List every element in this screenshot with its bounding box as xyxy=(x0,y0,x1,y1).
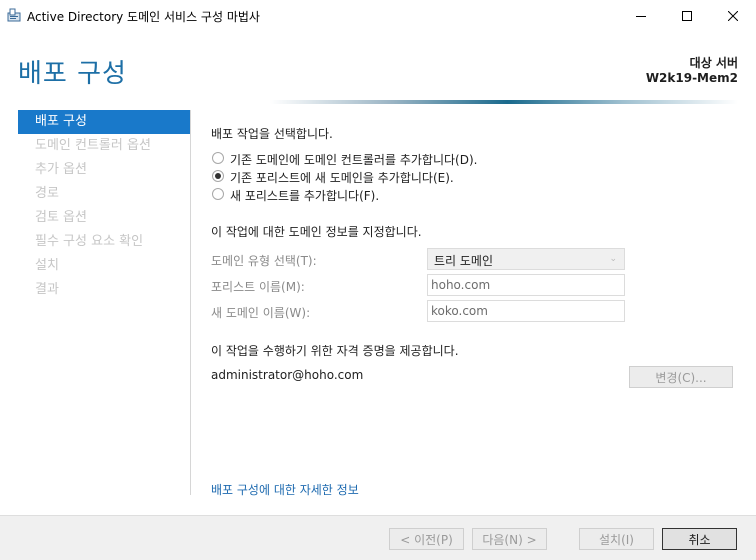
next-button[interactable]: 다음(N) > xyxy=(472,528,547,550)
wizard-steps-nav: 배포 구성 도메인 컨트롤러 옵션 추가 옵션 경로 검토 옵션 필수 구성 요… xyxy=(18,110,190,302)
domain-type-label: 도메인 유형 선택(T): xyxy=(211,254,317,268)
forest-name-label: 포리스트 이름(M): xyxy=(211,280,305,294)
close-button[interactable] xyxy=(710,0,756,31)
minimize-button[interactable] xyxy=(618,0,664,31)
nav-item-dc-options: 도메인 컨트롤러 옵션 xyxy=(35,138,151,153)
nav-item-results: 결과 xyxy=(35,282,59,297)
target-server-label: 대상 서버 xyxy=(689,56,738,70)
install-button[interactable]: 설치(I) xyxy=(579,528,654,550)
nav-item-installation: 설치 xyxy=(35,258,59,273)
domain-type-value: 트리 도메인 xyxy=(434,254,494,268)
minimize-icon xyxy=(636,15,646,17)
radio-circle-selected[interactable] xyxy=(212,170,224,182)
nav-item-additional-options: 추가 옵션 xyxy=(35,162,87,177)
title-bar: Active Directory 도메인 서비스 구성 마법사 xyxy=(0,0,756,31)
wizard-footer: < 이전(P) 다음(N) > 설치(I) 취소 xyxy=(0,515,756,560)
wizard-header: 배포 구성 대상 서버 W2k19-Mem2 xyxy=(0,31,756,111)
sidebar-divider xyxy=(190,110,191,495)
main-content: 배포 작업을 선택합니다. 기존 도메인에 도메인 컨트롤러를 추가합니다(D)… xyxy=(211,110,741,500)
window-title: Active Directory 도메인 서비스 구성 마법사 xyxy=(27,10,260,24)
domain-type-select[interactable]: 트리 도메인 ⌄ xyxy=(427,248,625,270)
forest-name-input[interactable]: hoho.com xyxy=(427,274,625,296)
nav-item-review-options: 검토 옵션 xyxy=(35,210,87,225)
credentials-heading: 이 작업을 수행하기 위한 자격 증명을 제공합니다. xyxy=(211,344,459,358)
nav-item-deployment-config[interactable]: 배포 구성 xyxy=(18,110,190,134)
credentials-user: administrator@hoho.com xyxy=(211,368,364,382)
new-domain-name-input[interactable]: koko.com xyxy=(427,300,625,322)
header-divider xyxy=(18,100,738,104)
domain-info-heading: 이 작업에 대한 도메인 정보를 지정합니다. xyxy=(211,225,422,239)
maximize-button[interactable] xyxy=(664,0,710,31)
select-operation-heading: 배포 작업을 선택합니다. xyxy=(211,127,333,141)
radio-circle[interactable] xyxy=(212,188,224,200)
radio-add-new-forest[interactable]: 새 포리스트를 추가합니다(F). xyxy=(211,186,511,204)
radio-label[interactable]: 새 포리스트를 추가합니다(F). xyxy=(230,187,379,204)
nav-item-prerequisites-check: 필수 구성 요소 확인 xyxy=(35,234,144,249)
maximize-icon xyxy=(682,10,692,21)
change-credentials-button[interactable]: 변경(C)... xyxy=(629,366,733,388)
nav-item-paths: 경로 xyxy=(35,186,59,201)
radio-add-domain-existing-forest[interactable]: 기존 포리스트에 새 도메인을 추가합니다(E). xyxy=(211,168,511,186)
chevron-down-icon: ⌄ xyxy=(609,254,617,264)
more-info-link[interactable]: 배포 구성에 대한 자세한 정보 xyxy=(211,481,359,498)
close-icon xyxy=(728,10,738,21)
cancel-button[interactable]: 취소 xyxy=(662,528,737,550)
radio-label[interactable]: 기존 포리스트에 새 도메인을 추가합니다(E). xyxy=(230,169,454,186)
ad-wizard-icon xyxy=(7,8,21,22)
target-server-name: W2k19-Mem2 xyxy=(645,71,738,85)
previous-button[interactable]: < 이전(P) xyxy=(389,528,464,550)
page-title: 배포 구성 xyxy=(18,59,127,89)
radio-circle[interactable] xyxy=(212,152,224,164)
radio-add-dc-existing-domain[interactable]: 기존 도메인에 도메인 컨트롤러를 추가합니다(D). xyxy=(211,150,511,168)
radio-label[interactable]: 기존 도메인에 도메인 컨트롤러를 추가합니다(D). xyxy=(230,151,477,168)
new-domain-name-label: 새 도메인 이름(W): xyxy=(211,306,311,320)
